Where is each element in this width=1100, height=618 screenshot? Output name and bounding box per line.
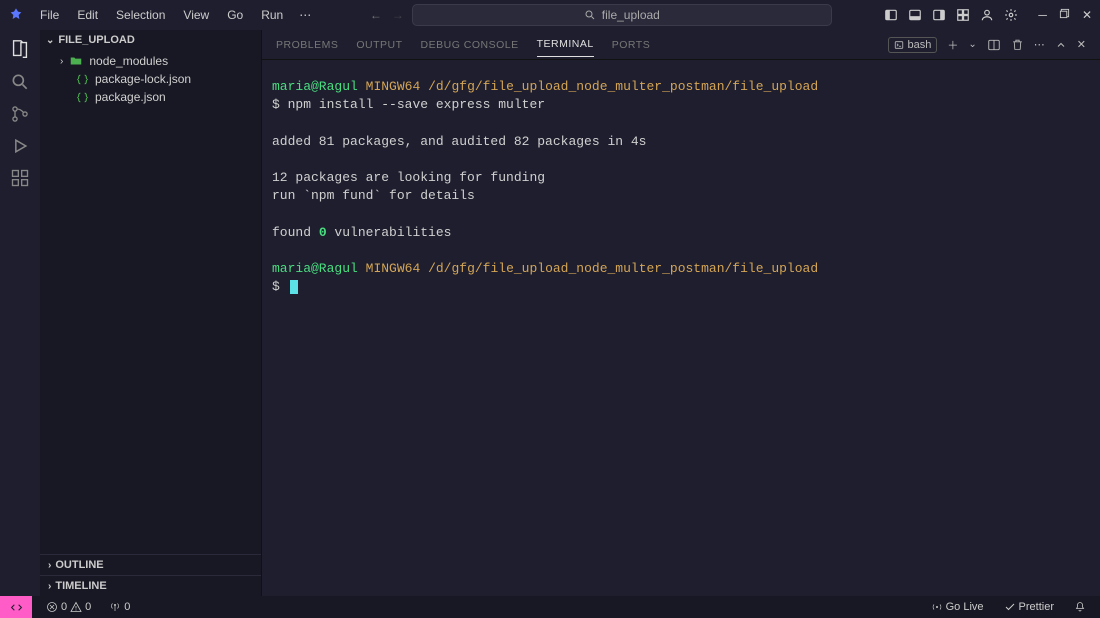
nav-back[interactable]: ← — [370, 8, 382, 22]
terminal-user: maria@Ragul — [272, 261, 358, 276]
tree-folder-node-modules[interactable]: › node_modules — [40, 52, 261, 70]
panel-more-icon[interactable]: ⋯ — [1034, 38, 1045, 51]
radio-tower-icon — [109, 601, 121, 613]
prettier-label: Prettier — [1019, 601, 1054, 613]
menu-run[interactable]: Run — [253, 4, 291, 26]
tree-item-label: package.json — [95, 90, 166, 104]
close-panel-icon[interactable]: ✕ — [1077, 38, 1086, 51]
go-live-label: Go Live — [946, 601, 984, 613]
activity-extensions[interactable] — [10, 168, 30, 188]
activity-explorer[interactable] — [9, 38, 31, 60]
terminal-env: MINGW64 — [366, 261, 421, 276]
folder-icon — [69, 54, 83, 68]
terminal-output[interactable]: maria@Ragul MINGW64 /d/gfg/file_upload_n… — [262, 60, 1100, 596]
account-icon[interactable] — [980, 8, 994, 22]
warning-count: 0 — [85, 601, 91, 613]
search-icon — [584, 9, 596, 21]
explorer-folder-header[interactable]: ⌄ FILE_UPLOAD — [40, 30, 261, 50]
status-prettier[interactable]: Prettier — [1000, 601, 1058, 613]
layout-sidebar-left-icon[interactable] — [884, 8, 898, 22]
activity-source-control[interactable] — [10, 104, 30, 124]
split-terminal-icon[interactable] — [987, 38, 1001, 52]
terminal-path: /d/gfg/file_upload_node_multer_postman/f… — [428, 261, 818, 276]
port-count: 0 — [124, 601, 130, 613]
activity-search[interactable] — [10, 72, 30, 92]
status-notifications[interactable] — [1070, 601, 1090, 613]
layout-panel-icon[interactable] — [908, 8, 922, 22]
menu-file[interactable]: File — [32, 4, 67, 26]
tree-item-label: node_modules — [89, 54, 168, 68]
new-terminal-button[interactable]: ＋ — [947, 37, 958, 53]
window-maximize[interactable] — [1059, 8, 1070, 22]
terminal-cursor — [290, 280, 298, 294]
error-count: 0 — [61, 601, 67, 613]
status-go-live[interactable]: Go Live — [927, 601, 988, 613]
menu-selection[interactable]: Selection — [108, 4, 173, 26]
terminal-line: found — [272, 225, 319, 240]
tab-ports[interactable]: PORTS — [612, 33, 650, 57]
terminal-user: maria@Ragul — [272, 79, 358, 94]
chevron-right-icon: › — [48, 560, 51, 571]
tree-file-package-json[interactable]: package.json — [40, 88, 261, 106]
bell-icon — [1074, 601, 1086, 613]
timeline-label: TIMELINE — [55, 580, 106, 592]
shell-name: bash — [908, 39, 932, 51]
vuln-count: 0 — [319, 225, 327, 240]
terminal-path: /d/gfg/file_upload_node_multer_postman/f… — [428, 79, 818, 94]
terminal-prompt: $ — [272, 97, 280, 112]
terminal-dropdown[interactable]: ⌄ — [968, 39, 976, 50]
menu-more[interactable]: ⋯ — [293, 4, 317, 26]
chevron-right-icon: › — [48, 581, 51, 592]
nav-forward[interactable]: → — [392, 8, 404, 22]
menu-view[interactable]: View — [175, 4, 217, 26]
settings-gear-icon[interactable] — [1004, 8, 1018, 22]
search-text: file_upload — [602, 8, 660, 22]
terminal-prompt: $ — [272, 279, 280, 294]
terminal-line: run `npm fund` for details — [272, 187, 1090, 205]
tab-terminal[interactable]: TERMINAL — [537, 32, 594, 57]
check-icon — [1004, 601, 1016, 613]
outline-section[interactable]: › OUTLINE — [40, 554, 261, 575]
json-file-icon — [76, 91, 89, 104]
terminal-env: MINGW64 — [366, 79, 421, 94]
terminal-command: npm install --save express multer — [288, 97, 545, 112]
window-close[interactable]: ✕ — [1082, 8, 1092, 22]
remote-indicator[interactable] — [0, 596, 32, 618]
terminal-line: 12 packages are looking for funding — [272, 169, 1090, 187]
error-icon — [46, 601, 58, 613]
chevron-down-icon: ⌄ — [46, 35, 54, 46]
tab-debug-console[interactable]: DEBUG CONSOLE — [421, 33, 519, 57]
tree-item-label: package-lock.json — [95, 72, 191, 86]
json-file-icon — [76, 73, 89, 86]
app-logo — [8, 7, 24, 23]
terminal-line: vulnerabilities — [327, 225, 452, 240]
chevron-right-icon: › — [60, 56, 63, 67]
tab-problems[interactable]: PROBLEMS — [276, 33, 338, 57]
folder-name: FILE_UPLOAD — [58, 34, 134, 46]
terminal-shell-badge[interactable]: bash — [888, 37, 938, 53]
menu-edit[interactable]: Edit — [69, 4, 106, 26]
maximize-panel-icon[interactable] — [1055, 39, 1067, 51]
customize-layout-icon[interactable] — [956, 8, 970, 22]
status-ports[interactable]: 0 — [105, 601, 134, 613]
menu-bar: File Edit Selection View Go Run ⋯ — [32, 4, 317, 26]
status-problems[interactable]: 0 0 — [42, 601, 95, 613]
kill-terminal-icon[interactable] — [1011, 38, 1024, 51]
warning-icon — [70, 601, 82, 613]
command-center[interactable]: file_upload — [412, 4, 832, 26]
timeline-section[interactable]: › TIMELINE — [40, 575, 261, 596]
terminal-icon — [894, 40, 904, 50]
menu-go[interactable]: Go — [219, 4, 251, 26]
window-minimize[interactable]: ─ — [1038, 8, 1047, 22]
tree-file-package-lock[interactable]: package-lock.json — [40, 70, 261, 88]
broadcast-icon — [931, 601, 943, 613]
layout-sidebar-right-icon[interactable] — [932, 8, 946, 22]
tab-output[interactable]: OUTPUT — [356, 33, 402, 57]
activity-run-debug[interactable] — [10, 136, 30, 156]
outline-label: OUTLINE — [55, 559, 103, 571]
terminal-line: added 81 packages, and audited 82 packag… — [272, 133, 1090, 151]
